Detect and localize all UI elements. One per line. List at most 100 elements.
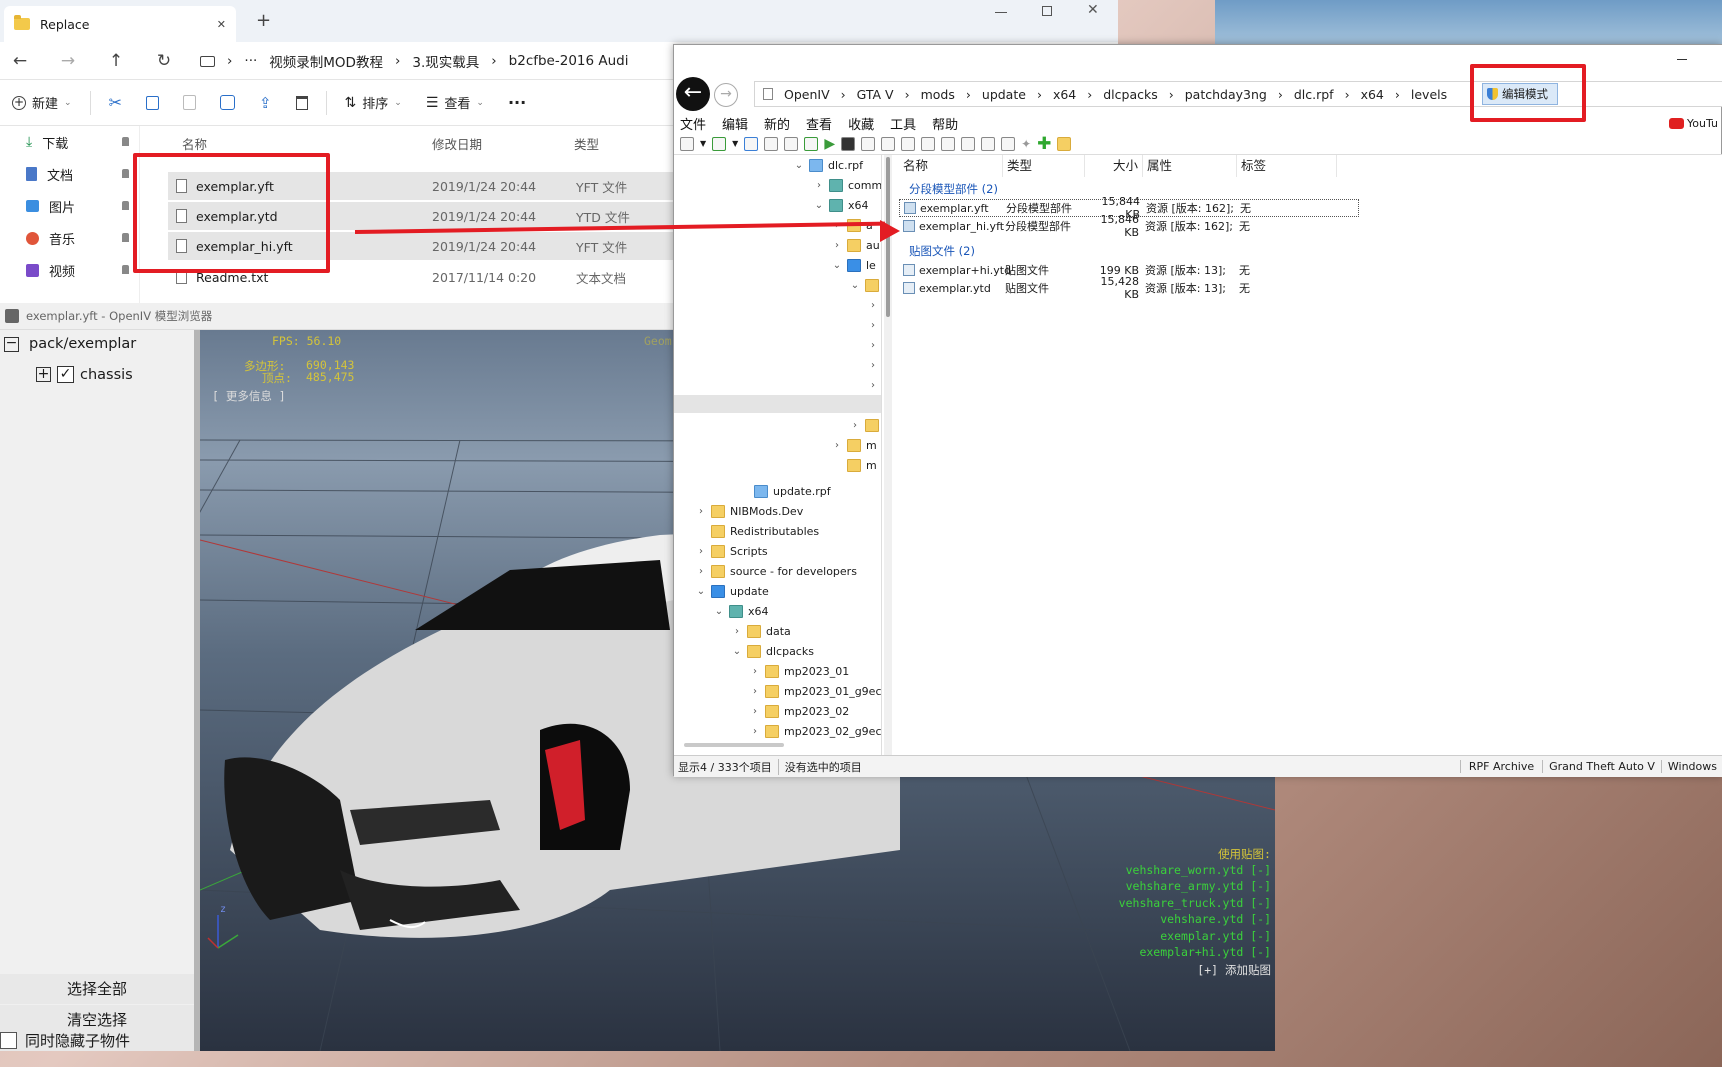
address-item[interactable]: mods <box>921 87 955 102</box>
chevron-right-icon[interactable]: › <box>750 666 760 677</box>
tree-root[interactable]: − pack/exemplar <box>4 336 136 352</box>
address-item[interactable]: x64 <box>1361 87 1384 102</box>
texture-item[interactable]: exemplar+hi.ytd [-] <box>1119 945 1271 962</box>
tree-item[interactable]: › au <box>832 235 880 255</box>
back-icon[interactable]: ← <box>676 77 710 111</box>
address-item[interactable]: x64 <box>1053 87 1076 102</box>
chevron-right-icon[interactable]: › <box>868 300 878 311</box>
minimize-icon[interactable] <box>1677 59 1687 60</box>
collapse-icon[interactable]: − <box>4 336 19 352</box>
settings-icon[interactable] <box>764 136 779 151</box>
chevron-right-icon[interactable]: › <box>850 420 860 431</box>
address-item[interactable]: GTA V <box>857 87 894 102</box>
tree-item[interactable]: › <box>850 415 879 435</box>
tree-item[interactable]: › <box>868 295 878 315</box>
group-header-model-parts[interactable]: 分段模型部件 (2) <box>909 181 998 197</box>
chevron-down-icon[interactable]: ⌄ <box>696 586 706 597</box>
edit-icon[interactable] <box>861 136 876 151</box>
tree-item[interactable]: Redistributables <box>711 521 819 541</box>
chevron-right-icon[interactable]: › <box>868 320 878 331</box>
checkbox-unchecked[interactable] <box>0 1032 17 1049</box>
tree-item[interactable]: ⌄ <box>850 275 879 295</box>
magic-icon[interactable]: ✦ <box>1021 137 1031 151</box>
search-icon[interactable] <box>881 136 896 151</box>
chevron-down-icon[interactable]: ⌄ <box>814 200 824 211</box>
new-tab-button[interactable]: + <box>256 10 271 31</box>
close-icon[interactable]: ✕ <box>1087 2 1099 18</box>
save-icon[interactable] <box>841 136 856 151</box>
tree-item[interactable]: › Scripts <box>696 541 768 561</box>
texture-item[interactable]: vehshare_truck.ytd [-] <box>1119 896 1271 913</box>
refresh-icon[interactable]: ↻ <box>152 50 176 72</box>
tree-item[interactable]: › data <box>732 621 791 641</box>
paste-button[interactable] <box>171 80 208 126</box>
group-header-texture-files[interactable]: 贴图文件 (2) <box>909 243 975 259</box>
texture-item[interactable]: exemplar.ytd [-] <box>1119 929 1271 946</box>
chevron-right-icon[interactable]: › <box>732 626 742 637</box>
tree-item[interactable]: › mp2023_02_g9ec <box>750 721 881 741</box>
maximize-icon[interactable] <box>1042 6 1052 16</box>
texture-item[interactable]: vehshare_army.ytd [-] <box>1119 879 1271 896</box>
new-folder-icon[interactable] <box>1057 136 1072 151</box>
chevron-right-icon[interactable]: › <box>868 340 878 351</box>
texture-item[interactable]: vehshare_worn.ytd [-] <box>1119 863 1271 880</box>
add-icon[interactable]: ✚ <box>1037 134 1051 154</box>
chevron-down-icon[interactable]: ▼ <box>700 139 706 148</box>
menu-item-favorites[interactable]: 收藏 <box>848 114 874 133</box>
delete-button[interactable] <box>284 80 320 126</box>
menu-item-tools[interactable]: 工具 <box>890 114 916 133</box>
checkbox-checked[interactable]: ✓ <box>57 366 74 383</box>
chevron-right-icon[interactable]: › <box>696 506 706 517</box>
column-header-name[interactable]: 名称 <box>182 134 207 153</box>
tree-icon[interactable] <box>804 136 819 151</box>
chevron-right-icon[interactable]: › <box>696 566 706 577</box>
chevron-down-icon[interactable]: ⌄ <box>832 260 842 271</box>
hide-children-checkbox[interactable]: 同时隐藏子物件 <box>0 1030 194 1051</box>
refresh-icon[interactable] <box>744 136 759 151</box>
tree-item[interactable]: m <box>847 455 877 475</box>
rename-button[interactable] <box>208 80 247 126</box>
rebuild-icon[interactable] <box>1001 136 1016 151</box>
copy-button[interactable] <box>134 80 171 126</box>
tree-item[interactable]: › <box>868 375 878 395</box>
chevron-down-icon[interactable]: ⌄ <box>794 160 804 171</box>
checklist-icon[interactable] <box>784 136 799 151</box>
column-header-name[interactable]: 名称 <box>899 155 1003 177</box>
address-item[interactable]: OpenIV <box>784 87 830 102</box>
menu-item-help[interactable]: 帮助 <box>932 114 958 133</box>
chevron-right-icon[interactable]: › <box>832 440 842 451</box>
sort-button[interactable]: ⇅ 排序 ⌄ <box>333 80 414 126</box>
new-file-icon[interactable] <box>680 136 694 151</box>
tree-item[interactable]: › <box>868 335 878 355</box>
tree-item[interactable]: ⌄ dlc.rpf <box>794 155 863 175</box>
up-icon[interactable]: ↑ <box>104 50 128 72</box>
nav-item-pictures[interactable]: 图片 <box>0 190 139 222</box>
import-icon[interactable] <box>961 136 976 151</box>
chevron-right-icon[interactable]: › <box>832 240 842 251</box>
forward-icon[interactable]: → <box>56 50 80 72</box>
minimize-icon[interactable] <box>995 12 1007 13</box>
address-item[interactable]: dlc.rpf <box>1294 87 1334 102</box>
column-header-type[interactable]: 类型 <box>574 134 599 153</box>
breadcrumb-item[interactable]: 视频录制MOD教程 <box>269 51 383 71</box>
text-icon[interactable] <box>921 136 936 151</box>
view-button[interactable]: ☰ 查看 ⌄ <box>414 80 496 126</box>
tree-item[interactable]: › <box>868 355 878 375</box>
menu-item-new[interactable]: 新的 <box>764 114 790 133</box>
column-header-date[interactable]: 修改日期 <box>432 134 482 153</box>
tree-scrollbar[interactable] <box>884 155 892 755</box>
tree-item[interactable]: › comm <box>814 175 881 195</box>
tree-item[interactable]: › mp2023_02 <box>750 701 849 721</box>
column-header-tag[interactable]: 标签 <box>1237 155 1337 177</box>
address-item[interactable]: dlcpacks <box>1103 87 1158 102</box>
chevron-right-icon[interactable]: › <box>868 380 878 391</box>
file-row[interactable]: exemplar_hi.yft 分段模型部件 15,846 KB 资源 [版本:… <box>899 213 1359 239</box>
chevron-right-icon[interactable]: › <box>750 686 760 697</box>
nav-item-downloads[interactable]: ⤓ 下载 <box>0 126 139 158</box>
document-icon[interactable] <box>901 136 916 151</box>
expand-icon[interactable]: + <box>36 367 51 382</box>
tree-item[interactable]: ⌄ x64 <box>714 601 769 621</box>
nav-item-documents[interactable]: 文档 <box>0 158 139 190</box>
tree-item[interactable]: ⌄ x64 <box>814 195 869 215</box>
breadcrumb-item[interactable]: b2cfbe-2016 Audi <box>509 53 629 69</box>
